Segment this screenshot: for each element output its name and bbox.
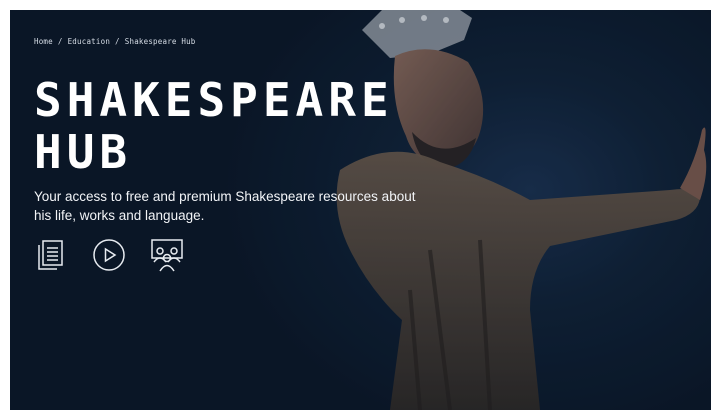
page-title-line-1: SHAKESPEARE [34, 73, 394, 127]
document-icon [34, 238, 68, 272]
resource-icons [34, 238, 184, 272]
breadcrumb-current: Shakespeare Hub [124, 37, 196, 46]
page-title-line-2: HUB [34, 125, 133, 179]
breadcrumb-separator: / [115, 37, 120, 46]
play-icon [92, 238, 126, 272]
hero-banner: Home / Education / Shakespeare Hub SHAKESPEA… [10, 10, 711, 410]
breadcrumb-separator: / [57, 37, 63, 46]
breadcrumb-education[interactable]: Education [68, 37, 110, 46]
audience-icon [150, 238, 184, 272]
hero-description: Your access to free and premium Shakespe… [34, 189, 416, 223]
page-title: SHAKESPEARE HUB [34, 74, 394, 178]
breadcrumb: Home / Education / Shakespeare Hub [34, 37, 196, 46]
breadcrumb-home[interactable]: Home [34, 37, 53, 46]
